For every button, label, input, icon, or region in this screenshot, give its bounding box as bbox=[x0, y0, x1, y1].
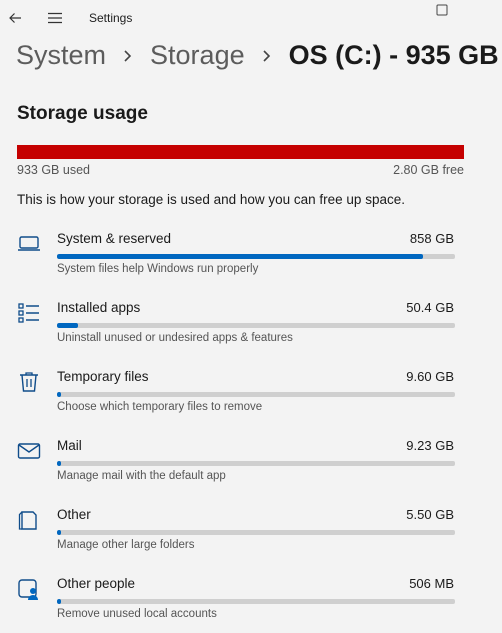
category-usage-bar bbox=[57, 323, 455, 328]
category-usage-fill bbox=[57, 530, 61, 535]
storage-usage-heading: Storage usage bbox=[17, 103, 148, 124]
category-description: Manage other large folders bbox=[57, 539, 195, 551]
category-size: 9.60 GB bbox=[406, 369, 454, 384]
category-other-people[interactable]: Other people 506 MB Remove unused local … bbox=[0, 576, 502, 633]
chevron-right-icon bbox=[245, 49, 289, 63]
storage-usage-bar bbox=[17, 145, 464, 159]
category-temporary-files[interactable]: Temporary files 9.60 GB Choose which tem… bbox=[0, 369, 502, 435]
breadcrumb-storage[interactable]: Storage bbox=[150, 40, 245, 71]
category-name: Other bbox=[57, 507, 91, 522]
back-arrow-icon bbox=[9, 13, 21, 23]
category-name: Installed apps bbox=[57, 300, 141, 315]
category-size: 858 GB bbox=[409, 231, 454, 246]
hamburger-menu-icon bbox=[48, 12, 62, 24]
category-usage-fill bbox=[57, 323, 79, 328]
free-space-label: 2.80 GB free bbox=[393, 163, 464, 177]
navigation-menu-button[interactable] bbox=[41, 4, 69, 32]
title-bar: Settings bbox=[0, 0, 502, 36]
back-button[interactable] bbox=[1, 4, 29, 32]
category-usage-bar bbox=[57, 599, 455, 604]
category-usage-bar bbox=[57, 461, 455, 466]
category-system-reserved[interactable]: System & reserved 858 GB System files he… bbox=[0, 231, 502, 297]
apps-list-icon bbox=[16, 300, 42, 326]
used-space-label: 933 GB used bbox=[17, 163, 90, 177]
category-other[interactable]: Other 5.50 GB Manage other large folders bbox=[0, 507, 502, 573]
maximize-button[interactable] bbox=[428, 2, 456, 18]
category-usage-bar bbox=[57, 392, 455, 397]
category-size: 5.50 GB bbox=[406, 507, 454, 522]
category-name: Mail bbox=[57, 438, 82, 453]
category-name: System & reserved bbox=[57, 231, 172, 246]
category-size: 50.4 GB bbox=[406, 300, 454, 315]
breadcrumb-current-drive: OS (C:) - 935 GB bbox=[288, 40, 499, 70]
people-icon bbox=[16, 576, 42, 602]
window-title: Settings bbox=[89, 11, 133, 25]
category-description: Choose which temporary files to remove bbox=[57, 401, 263, 413]
trash-icon bbox=[16, 369, 42, 395]
breadcrumb-system[interactable]: System bbox=[16, 40, 106, 71]
maximize-icon bbox=[436, 4, 448, 16]
breadcrumb: System Storage OS (C:) - 935 GB bbox=[16, 40, 499, 71]
storage-description: This is how your storage is used and how… bbox=[17, 192, 405, 207]
mail-icon bbox=[16, 438, 42, 464]
category-size: 9.23 GB bbox=[406, 438, 454, 453]
category-name: Other people bbox=[57, 576, 136, 591]
category-size: 506 MB bbox=[409, 576, 454, 591]
category-installed-apps[interactable]: Installed apps 50.4 GB Uninstall unused … bbox=[0, 300, 502, 366]
category-usage-bar bbox=[57, 254, 455, 259]
category-description: System files help Windows run properly bbox=[57, 263, 259, 275]
category-usage-bar bbox=[57, 530, 455, 535]
folder-icon bbox=[16, 507, 42, 533]
category-usage-fill bbox=[57, 392, 62, 397]
category-usage-fill bbox=[57, 254, 424, 259]
category-description: Uninstall unused or undesired apps & fea… bbox=[57, 332, 293, 344]
laptop-icon bbox=[16, 231, 42, 257]
category-description: Manage mail with the default app bbox=[57, 470, 226, 482]
storage-usage-bar-fill bbox=[17, 145, 463, 159]
category-mail[interactable]: Mail 9.23 GB Manage mail with the defaul… bbox=[0, 438, 502, 504]
chevron-right-icon bbox=[106, 49, 150, 63]
category-name: Temporary files bbox=[57, 369, 149, 384]
category-usage-fill bbox=[57, 599, 61, 604]
category-description: Remove unused local accounts bbox=[57, 608, 217, 620]
settings-window: Settings System Storage OS (C:) - 935 GB… bbox=[0, 0, 502, 633]
category-usage-fill bbox=[57, 461, 61, 466]
